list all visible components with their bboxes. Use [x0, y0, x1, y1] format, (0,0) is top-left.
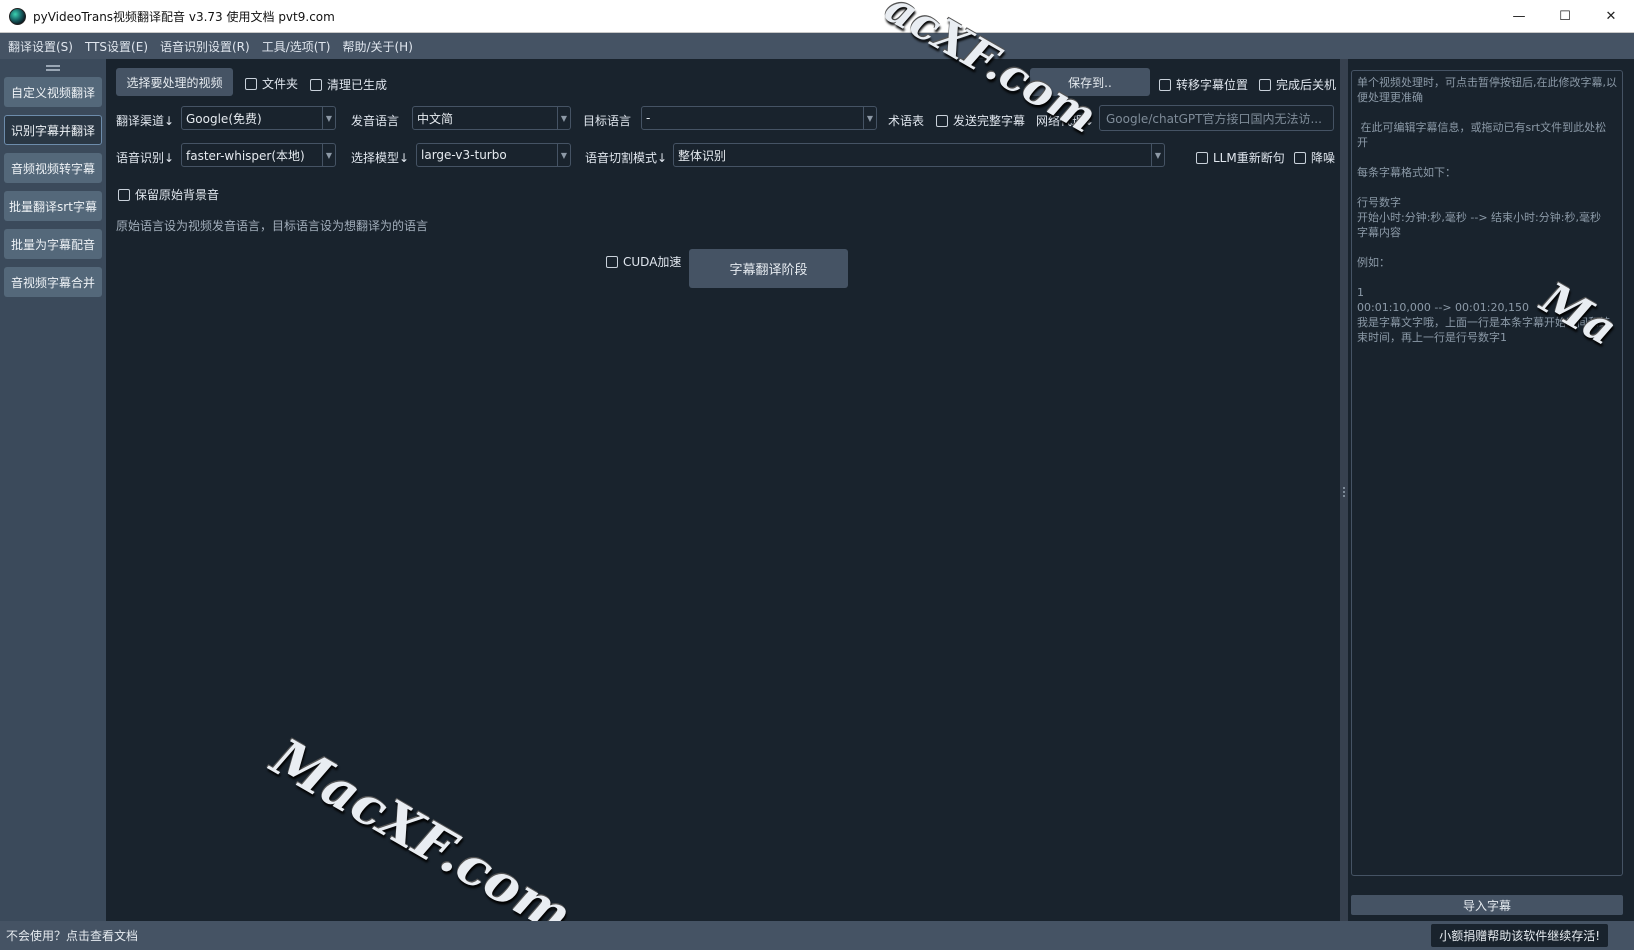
panel-splitter[interactable] — [1340, 59, 1348, 921]
window-title: pyVideoTrans视频翻译配音 v3.73 使用文档 pvt9.com — [33, 9, 335, 24]
checkbox-box[interactable] — [245, 77, 257, 90]
sidebar-item-batch-translate-srt[interactable]: 批量翻译srt字幕 — [4, 191, 102, 221]
sidebar-item-av-to-subtitle[interactable]: 音频视频转字幕 — [4, 153, 102, 183]
chevron-down-icon: ▼ — [557, 107, 570, 129]
sidebar-grip-icon[interactable] — [46, 65, 60, 71]
proxy-input[interactable]: Google/chatGPT官方接口国内无法访... — [1099, 105, 1334, 131]
watermark-text: MacXF.com — [261, 727, 582, 948]
cuda-label: CUDA加速 — [623, 255, 682, 269]
chevron-down-icon: ▼ — [1151, 144, 1164, 166]
clear-generated-checkbox[interactable]: 清理已生成 — [310, 76, 387, 93]
select-video-button[interactable]: 选择要处理的视频 — [116, 68, 233, 96]
menu-help-about[interactable]: 帮助/关于(H) — [338, 38, 416, 55]
folder-checkbox[interactable]: 文件夹 — [245, 75, 298, 92]
proxy-label[interactable]: 网络代理↓ — [1036, 112, 1094, 129]
maximize-button[interactable]: ☐ — [1542, 0, 1588, 32]
close-button[interactable]: ✕ — [1588, 0, 1634, 32]
cuda-checkbox[interactable]: CUDA加速 — [606, 253, 681, 270]
shutdown-after-label: 完成后关机 — [1276, 78, 1337, 92]
chevron-down-icon: ▼ — [322, 107, 335, 129]
menu-asr-settings[interactable]: 语音识别设置(R) — [156, 38, 254, 55]
source-lang-select[interactable]: 中文简 ▼ — [412, 106, 571, 130]
save-to-button[interactable]: 保存到.. — [1030, 68, 1150, 96]
llm-resegment-label: LLM重新断句 — [1213, 151, 1285, 165]
language-hint-text: 原始语言设为视频发音语言，目标语言设为想翻译为的语言 — [116, 219, 429, 233]
checkbox-box[interactable] — [606, 255, 618, 268]
move-subtitle-pos-label: 转移字幕位置 — [1176, 78, 1249, 92]
asr-value: faster-whisper(本地) — [186, 148, 305, 163]
source-lang-value: 中文简 — [417, 111, 454, 126]
menu-tools-options[interactable]: 工具/选项(T) — [258, 38, 335, 55]
split-mode-select[interactable]: 整体识别 ▼ — [673, 143, 1165, 167]
checkbox-box[interactable] — [1294, 151, 1306, 164]
asr-label: 语音识别↓ — [116, 151, 175, 165]
move-subtitle-pos-checkbox[interactable]: 转移字幕位置 — [1159, 76, 1248, 93]
model-label: 选择模型↓ — [351, 151, 410, 165]
status-bar: 不会使用？点击查看文档 小额捐赠帮助该软件继续存活! — [0, 921, 1634, 950]
denoise-checkbox[interactable]: 降噪 — [1294, 149, 1335, 166]
subtitle-translate-stage-button[interactable]: 字幕翻译阶段 — [689, 249, 848, 288]
app-logo-icon — [9, 7, 26, 25]
sidebar-item-batch-dubbing[interactable]: 批量为字幕配音 — [4, 229, 102, 259]
clear-generated-label: 清理已生成 — [327, 78, 388, 92]
subtitle-editor[interactable]: 单个视频处理时，可点击暂停按钮后,在此修改字幕,以便处理更准确 在此可编辑字幕信… — [1351, 70, 1623, 876]
model-select[interactable]: large-v3-turbo ▼ — [416, 143, 571, 167]
asr-select[interactable]: faster-whisper(本地) ▼ — [181, 143, 336, 167]
import-subtitle-button[interactable]: 导入字幕 — [1351, 895, 1623, 915]
right-panel: 单个视频处理时，可点击暂停按钮后,在此修改字幕,以便处理更准确 在此可编辑字幕信… — [1348, 59, 1634, 921]
menu-translate-settings[interactable]: 翻译设置(S) — [4, 38, 77, 55]
menu-bar: 翻译设置(S) TTS设置(E) 语音识别设置(R) 工具/选项(T) 帮助/关… — [0, 33, 1634, 59]
shutdown-after-checkbox[interactable]: 完成后关机 — [1259, 76, 1336, 93]
minimize-button[interactable]: — — [1496, 0, 1542, 32]
checkbox-box[interactable] — [1259, 78, 1271, 91]
checkbox-box[interactable] — [310, 78, 322, 91]
keep-bg-label: 保留原始背景音 — [135, 188, 220, 202]
folder-label: 文件夹 — [262, 77, 299, 91]
split-mode-value: 整体识别 — [678, 148, 727, 163]
chevron-down-icon: ▼ — [322, 144, 335, 166]
translate-channel-label: 翻译渠道↓ — [116, 114, 175, 128]
sidebar-item-av-subtitle-merge[interactable]: 音视频字幕合并 — [4, 267, 102, 297]
window-controls: — ☐ ✕ — [1496, 0, 1634, 32]
target-lang-label: 目标语言 — [583, 114, 632, 128]
send-full-subtitle-label: 发送完整字幕 — [953, 114, 1026, 128]
checkbox-box[interactable] — [936, 114, 948, 127]
chevron-down-icon: ▼ — [557, 144, 570, 166]
donate-link[interactable]: 小额捐赠帮助该软件继续存活! — [1431, 924, 1608, 947]
splitter-handle-icon[interactable] — [1343, 487, 1347, 497]
help-doc-link[interactable]: 不会使用？点击查看文档 — [6, 927, 138, 944]
keep-bg-checkbox[interactable]: 保留原始背景音 — [118, 186, 219, 203]
sidebar-item-recognize-translate[interactable]: 识别字幕并翻译 — [4, 115, 102, 145]
glossary-label[interactable]: 术语表 — [888, 112, 924, 129]
llm-resegment-checkbox[interactable]: LLM重新断句 — [1196, 149, 1285, 166]
denoise-label: 降噪 — [1311, 151, 1336, 165]
chevron-down-icon: ▼ — [863, 107, 876, 129]
translate-channel-select[interactable]: Google(免费) ▼ — [181, 106, 336, 130]
checkbox-box[interactable] — [1196, 151, 1208, 164]
model-value: large-v3-turbo — [421, 148, 507, 162]
sidebar-item-custom-video-translate[interactable]: 自定义视频翻译 — [4, 77, 102, 107]
translate-channel-value: Google(免费) — [186, 111, 262, 126]
checkbox-box[interactable] — [118, 188, 130, 201]
send-full-subtitle-checkbox[interactable]: 发送完整字幕 — [936, 112, 1025, 129]
target-lang-value: - — [646, 111, 651, 125]
title-bar: pyVideoTrans视频翻译配音 v3.73 使用文档 pvt9.com —… — [0, 0, 1634, 33]
split-mode-label: 语音切割模式↓ — [585, 151, 668, 165]
target-lang-select[interactable]: - ▼ — [641, 106, 877, 130]
sidebar: 自定义视频翻译 识别字幕并翻译 音频视频转字幕 批量翻译srt字幕 批量为字幕配… — [0, 59, 106, 921]
source-lang-label: 发音语言 — [351, 114, 400, 128]
menu-tts-settings[interactable]: TTS设置(E) — [81, 38, 152, 55]
checkbox-box[interactable] — [1159, 78, 1171, 91]
main-panel: 选择要处理的视频 文件夹 清理已生成 保存到.. 转移字幕位置 完成后关机 翻译… — [106, 59, 1340, 947]
